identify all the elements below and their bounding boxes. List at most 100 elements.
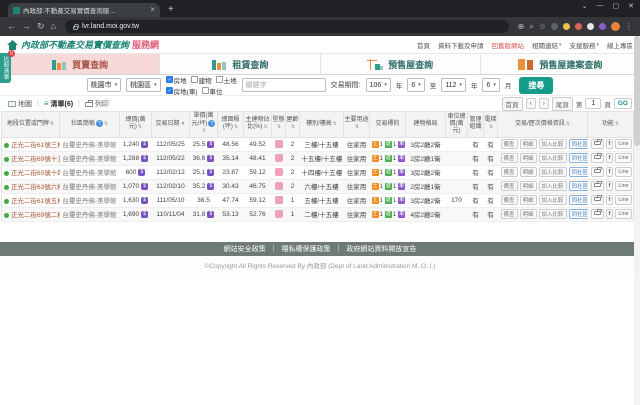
site-logo[interactable]: 內政部不動產交易實價查詢 服務網 — [7, 38, 159, 51]
browser-menu-icon[interactable]: ⋮ — [625, 22, 633, 31]
add-to-compare-button[interactable]: 加入比較 — [539, 195, 567, 205]
compare-list-side-tab[interactable]: 0 比較清單 — [0, 53, 11, 83]
note-button[interactable]: 備查 — [501, 195, 518, 205]
tab-presale-query[interactable]: 預售屋查詢 — [321, 54, 481, 74]
tab-rent-query[interactable]: 租賃查詢 — [160, 54, 320, 74]
checkbox-parking[interactable]: 車位 — [202, 86, 223, 96]
community-link[interactable]: 台璽史丹佛-美學館 — [62, 170, 116, 177]
facebook-share-button[interactable]: f — [606, 139, 614, 149]
city-select[interactable]: 桃園市▾ — [87, 78, 122, 92]
nav-home[interactable]: 首頁 — [417, 40, 430, 50]
translate-icon[interactable]: ⊕ — [518, 22, 525, 31]
line-share-button[interactable]: Line — [615, 139, 631, 149]
from-month-select[interactable]: 6▾ — [407, 78, 424, 92]
facebook-share-button[interactable]: f — [606, 167, 614, 177]
address-link[interactable]: 正光二街69號十五樓 — [11, 156, 60, 163]
col-price-info[interactable]: 交易/歷次價格資訊⇅ — [498, 112, 588, 138]
nav-old-site[interactable]: 回舊版網站 — [491, 40, 524, 50]
note-button[interactable]: 備查 — [501, 209, 518, 219]
close-icon[interactable]: ✕ — [628, 2, 634, 10]
extension-icon-3[interactable] — [575, 23, 582, 30]
bookmark-star-icon[interactable]: ☆ — [539, 22, 546, 31]
add-to-compare-button[interactable]: 加入比較 — [539, 153, 567, 163]
checkbox-house-land-parking[interactable]: 房地(車) — [166, 86, 198, 96]
maximize-icon[interactable]: ▢ — [613, 2, 620, 10]
map-view-button[interactable]: 地圖 — [8, 99, 32, 109]
col-age[interactable]: 屋齡⇅ — [286, 112, 300, 138]
community-link[interactable]: 台璽史丹佛-美學館 — [62, 142, 116, 149]
same-community-price-button[interactable]: 同社區行情 — [569, 139, 588, 149]
help-icon[interactable]: ? — [96, 120, 103, 127]
facebook-share-button[interactable]: f — [606, 153, 614, 163]
detail-button[interactable]: 明細 — [520, 195, 537, 205]
extension-icon-2[interactable] — [563, 23, 570, 30]
next-page-button[interactable]: › — [539, 98, 549, 109]
page-number-input[interactable] — [585, 98, 601, 109]
print-list-button[interactable]: 列印 — [85, 99, 109, 109]
scrollbar-thumb[interactable] — [634, 36, 640, 146]
tab-sale-query[interactable]: 買賣查詢 — [0, 54, 160, 74]
detail-button[interactable]: 明細 — [520, 209, 537, 219]
detail-button[interactable]: 明細 — [520, 181, 537, 191]
community-link[interactable]: 台璽史丹佛-美學館 — [62, 184, 116, 191]
note-button[interactable]: 備查 — [501, 153, 518, 163]
col-type[interactable]: 型態⇅ — [272, 112, 286, 138]
nav-downloads[interactable]: 資料下載及申請 — [438, 40, 484, 50]
note-button[interactable]: 備查 — [501, 139, 518, 149]
list-view-button[interactable]: ≡清單(6) — [44, 99, 73, 109]
from-year-select[interactable]: 106▾ — [366, 78, 391, 92]
keyword-input[interactable] — [242, 78, 326, 92]
same-community-price-button[interactable]: 同社區行情 — [569, 167, 588, 177]
detail-button[interactable]: 明細 — [520, 167, 537, 177]
address-link[interactable]: 正光二街63號六樓 — [11, 184, 60, 191]
col-functions[interactable]: 功能⇅ — [588, 112, 634, 138]
col-unit-price[interactable]: 單價(萬元/坪)?⇅ — [190, 112, 218, 138]
home-icon[interactable]: ⌂ — [51, 22, 56, 31]
print-button[interactable] — [591, 153, 604, 163]
browser-tab[interactable]: 內政部:不動產交易實價查詢服… × — [8, 3, 160, 17]
print-button[interactable] — [591, 181, 604, 191]
community-link[interactable]: 台璽史丹佛-美學館 — [62, 198, 116, 205]
footer-link-security[interactable]: 網站安全政策 — [224, 244, 266, 254]
back-icon[interactable]: ← — [7, 22, 16, 31]
extension-icon-4[interactable] — [587, 23, 594, 30]
line-share-button[interactable]: Line — [615, 195, 631, 205]
print-button[interactable] — [591, 167, 604, 177]
col-date[interactable]: 交易日期▼ — [152, 112, 190, 138]
checkbox-house-land[interactable]: 房地 — [166, 75, 187, 85]
footer-link-privacy[interactable]: 隱私權保護政策 — [282, 244, 331, 254]
add-to-compare-button[interactable]: 加入比較 — [539, 181, 567, 191]
facebook-share-button[interactable]: f — [606, 181, 614, 191]
line-share-button[interactable]: Line — [615, 153, 631, 163]
print-button[interactable] — [591, 195, 604, 205]
same-community-price-button[interactable]: 同社區行情 — [569, 209, 588, 219]
nav-related-links[interactable]: 相關連結▾ — [532, 40, 562, 50]
zoom-icon[interactable]: ⌕ — [529, 22, 533, 32]
col-main-ratio[interactable]: 主建物佔比(%)⇅ — [244, 112, 272, 138]
add-to-compare-button[interactable]: 加入比較 — [539, 167, 567, 177]
extension-icon-5[interactable] — [599, 23, 606, 30]
facebook-share-button[interactable]: f — [606, 195, 614, 205]
add-to-compare-button[interactable]: 加入比較 — [539, 209, 567, 219]
detail-button[interactable]: 明細 — [520, 153, 537, 163]
nav-online-zone[interactable]: 線上專區 — [607, 40, 633, 50]
district-select[interactable]: 桃園區▾ — [126, 78, 161, 92]
profile-avatar[interactable] — [611, 22, 620, 31]
community-link[interactable]: 台璽史丹佛-美學館 — [62, 212, 116, 219]
address-bar[interactable]: lvr.land.moi.gov.tw — [65, 20, 509, 33]
to-year-select[interactable]: 112▾ — [441, 78, 466, 92]
facebook-share-button[interactable]: f — [606, 209, 614, 219]
line-share-button[interactable]: Line — [615, 181, 631, 191]
col-community[interactable]: 社區簡稱?⇅ — [60, 112, 120, 138]
print-button[interactable] — [591, 209, 604, 219]
col-floor[interactable]: 樓別/樓高⇅ — [300, 112, 344, 138]
go-button[interactable]: GO — [614, 98, 632, 109]
address-link[interactable]: 正光二街61號三樓 — [11, 142, 60, 149]
last-page-button[interactable]: 尾頁 — [552, 97, 573, 111]
note-button[interactable]: 備查 — [501, 181, 518, 191]
minimize-icon[interactable]: — — [597, 2, 604, 10]
page-scrollbar[interactable] — [634, 36, 640, 405]
same-community-price-button[interactable]: 同社區行情 — [569, 195, 588, 205]
address-link[interactable]: 正光二街69號二樓 — [11, 212, 60, 219]
forward-icon[interactable]: → — [22, 22, 31, 31]
